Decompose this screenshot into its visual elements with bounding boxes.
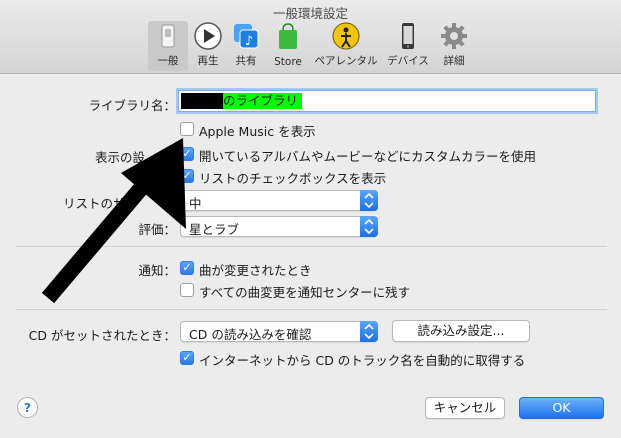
annotation-arrow: [41, 138, 186, 304]
